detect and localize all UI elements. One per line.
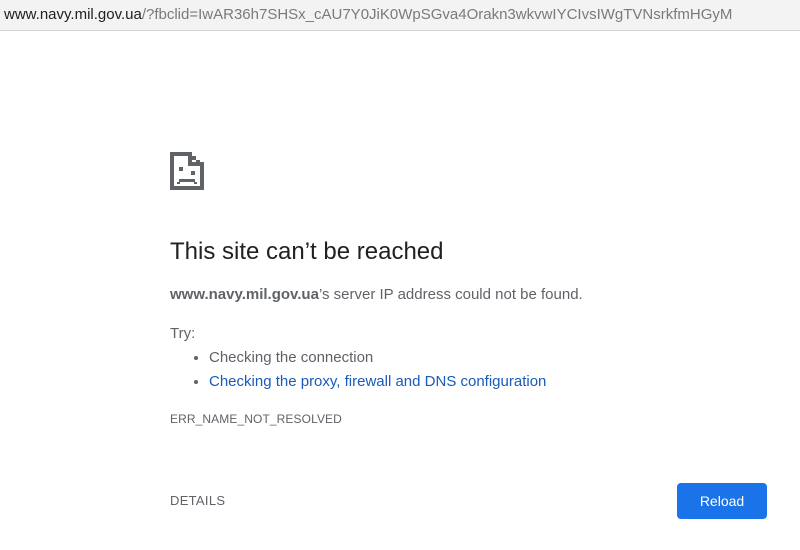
suggestion-check-connection: Checking the connection	[209, 349, 374, 366]
error-code: ERR_NAME_NOT_RESOLVED	[170, 412, 342, 426]
error-summary: www.navy.mil.gov.ua’s server IP address …	[170, 286, 583, 303]
suggestions-list: Checking the connection Checking the pro…	[190, 348, 546, 396]
try-label: Try:	[170, 325, 196, 342]
address-bar[interactable]: www.navy.mil.gov.ua/?fbclid=IwAR36h7SHSx…	[0, 0, 800, 31]
suggestion-item: Checking the connection	[209, 348, 546, 372]
details-button[interactable]: DETAILS	[170, 493, 225, 508]
suggestion-item: Checking the proxy, firewall and DNS con…	[209, 372, 546, 396]
url-path: /?fbclid=IwAR36h7SHSx_cAU7Y0JiK0WpSGva4O…	[141, 6, 733, 23]
error-heading: This site can’t be reached	[170, 238, 444, 265]
summary-text: ’s server IP address could not be found.	[318, 286, 583, 303]
summary-host: www.navy.mil.gov.ua	[170, 286, 319, 303]
url-text[interactable]: www.navy.mil.gov.ua/?fbclid=IwAR36h7SHSx…	[4, 6, 732, 23]
url-host: www.navy.mil.gov.ua	[4, 6, 142, 23]
sad-document-icon	[170, 152, 204, 190]
suggestion-proxy-link[interactable]: Checking the proxy, firewall and DNS con…	[209, 373, 546, 390]
reload-button[interactable]: Reload	[677, 483, 767, 519]
